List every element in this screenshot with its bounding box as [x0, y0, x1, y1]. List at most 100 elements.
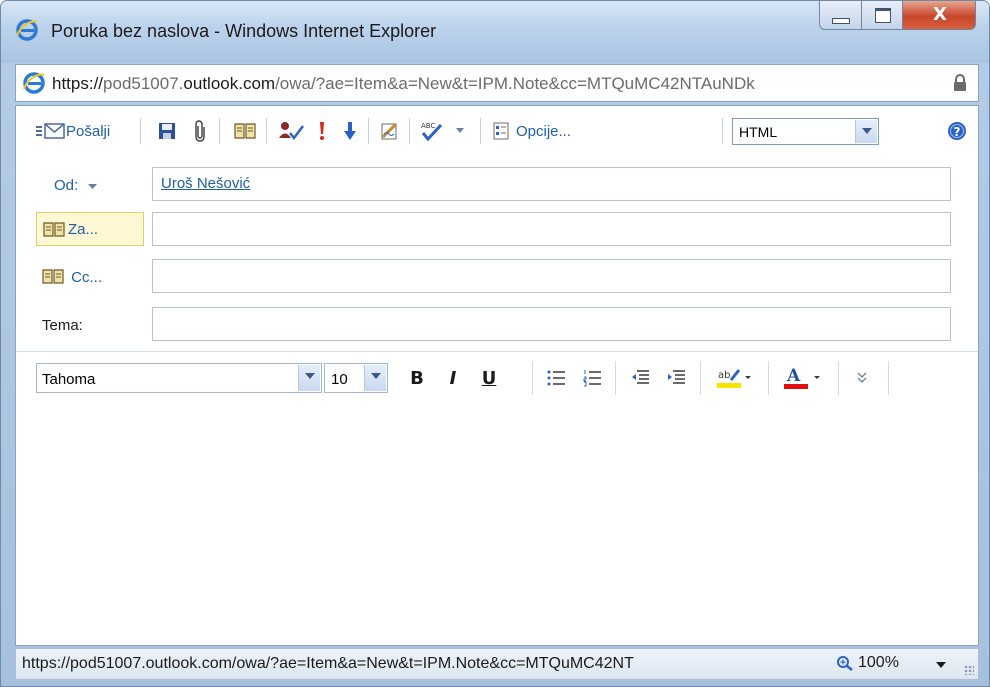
- highlight-button[interactable]: ab: [712, 365, 756, 391]
- svg-text:ab: ab: [718, 370, 730, 381]
- status-url: https://pod51007.outlook.com/owa/?ae=Ite…: [22, 655, 634, 672]
- high-importance-button[interactable]: [318, 120, 326, 142]
- address-book-icon: [42, 269, 64, 284]
- to-label: Za...: [68, 221, 99, 238]
- font-family-select[interactable]: Tahoma: [36, 363, 322, 393]
- save-button[interactable]: [158, 120, 176, 142]
- save-icon: [159, 123, 175, 139]
- address-bar[interactable]: https://pod51007.outlook.com/owa/?ae=Ite…: [15, 64, 979, 102]
- chevron-down-icon: [88, 184, 98, 189]
- address-scheme: https://: [52, 74, 104, 93]
- chevron-down-icon[interactable]: [298, 365, 320, 391]
- minimize-icon: [832, 18, 850, 24]
- zoom-control[interactable]: 100%: [836, 654, 899, 672]
- highlight-icon: ab: [717, 369, 751, 388]
- svg-text:ABC: ABC: [421, 122, 435, 130]
- message-format-select[interactable]: HTML: [732, 118, 879, 145]
- low-importance-button[interactable]: [344, 120, 356, 142]
- from-dropdown[interactable]: Od:: [54, 177, 98, 194]
- address-url[interactable]: https://pod51007.outlook.com/owa/?ae=Ite…: [52, 74, 932, 94]
- font-color-icon: A: [784, 366, 820, 389]
- address-book-icon: [234, 123, 256, 139]
- font-family-value: Tahoma: [42, 371, 96, 388]
- ie-window: Poruka bez naslova - Windows Internet Ex…: [0, 0, 990, 687]
- toolbar-separator: [480, 118, 481, 144]
- increase-indent-button[interactable]: [664, 365, 688, 391]
- toolbar-separator: [266, 118, 267, 144]
- more-formatting-button[interactable]: [850, 365, 874, 391]
- address-book-button[interactable]: [234, 120, 256, 142]
- maximize-icon: [875, 8, 891, 23]
- underline-button[interactable]: U: [478, 365, 500, 391]
- double-chevron-down-icon: [857, 372, 867, 383]
- to-button[interactable]: Za...: [36, 212, 144, 246]
- resize-grip-icon[interactable]: [964, 665, 974, 675]
- bullet-list-icon: [547, 370, 565, 386]
- ie-page-icon: [23, 72, 45, 94]
- window-title: Poruka bez naslova - Windows Internet Ex…: [51, 21, 437, 41]
- decrease-indent-button[interactable]: [628, 365, 652, 391]
- to-field[interactable]: [152, 212, 951, 246]
- cc-button[interactable]: Cc...: [42, 269, 102, 286]
- toolbar-separator: [409, 118, 410, 144]
- paperclip-icon: [195, 120, 205, 142]
- toolbar-separator: [722, 118, 723, 144]
- help-icon: ?: [948, 122, 966, 140]
- cc-field[interactable]: [152, 259, 951, 293]
- close-icon: X: [933, 4, 947, 25]
- outdent-icon: [632, 370, 649, 384]
- options-button[interactable]: Opcije...: [492, 120, 571, 142]
- subject-field[interactable]: [152, 307, 951, 341]
- spelling-dropdown[interactable]: [456, 120, 464, 142]
- chevron-down-icon[interactable]: [855, 120, 877, 143]
- check-names-button[interactable]: [278, 120, 304, 142]
- attach-button[interactable]: [194, 120, 206, 142]
- toolbar-separator: [700, 361, 701, 395]
- address-book-icon: [43, 222, 65, 237]
- message-body-editor[interactable]: [16, 405, 978, 645]
- lock-icon[interactable]: [952, 74, 968, 92]
- signature-button[interactable]: [380, 120, 400, 142]
- close-button[interactable]: X: [902, 1, 976, 30]
- send-label: Pošalji: [66, 122, 111, 140]
- title-bar[interactable]: Poruka bez naslova - Windows Internet Ex…: [1, 1, 989, 63]
- minimize-button[interactable]: [819, 1, 862, 30]
- maximize-button[interactable]: [861, 1, 903, 30]
- arrow-down-icon: [344, 122, 356, 140]
- subject-label: Tema:: [42, 317, 83, 334]
- address-subdomain: pod51007.: [103, 74, 184, 93]
- signature-icon: [381, 123, 397, 140]
- send-icon: [36, 123, 65, 139]
- from-sender-link[interactable]: Uroš Nešović: [161, 175, 250, 192]
- font-size-select[interactable]: 10: [324, 363, 388, 393]
- toolbar-separator: [888, 361, 889, 395]
- exclamation-icon: [320, 122, 324, 140]
- italic-button[interactable]: I: [442, 365, 464, 391]
- bold-button[interactable]: B: [406, 365, 428, 391]
- formatting-toolbar: Tahoma 10 B I U ab A: [16, 351, 978, 407]
- chevron-down-icon[interactable]: [364, 365, 386, 391]
- font-color-button[interactable]: A: [782, 365, 826, 391]
- toolbar-separator: [768, 361, 769, 395]
- numbering-button[interactable]: [580, 365, 604, 391]
- from-label: Od:: [54, 177, 79, 194]
- bullets-button[interactable]: [544, 365, 568, 391]
- ie-logo-icon: [16, 19, 38, 41]
- numbered-list-icon: [583, 370, 601, 387]
- status-bar: https://pod51007.outlook.com/owa/?ae=Ite…: [15, 648, 979, 680]
- send-button[interactable]: Pošalji: [36, 120, 110, 142]
- toolbar-separator: [615, 361, 616, 395]
- toolbar-separator: [368, 118, 369, 144]
- check-names-icon: [279, 122, 304, 141]
- spelling-button[interactable]: ABC: [420, 120, 444, 142]
- toolbar-separator: [219, 118, 220, 144]
- chevron-down-icon[interactable]: [936, 662, 946, 668]
- zoom-icon: [837, 656, 853, 671]
- toolbar-separator: [140, 118, 141, 144]
- address-path: /owa/?ae=Item&a=New&t=IPM.Note&cc=MTQuMC…: [275, 74, 755, 93]
- help-button[interactable]: ?: [947, 120, 967, 142]
- compose-area: Pošalji ABC Opcije... HTML ? Od: Uroš Ne…: [15, 105, 979, 646]
- from-field: Uroš Nešović: [152, 167, 951, 201]
- svg-text:?: ?: [954, 125, 961, 139]
- indent-icon: [668, 370, 685, 384]
